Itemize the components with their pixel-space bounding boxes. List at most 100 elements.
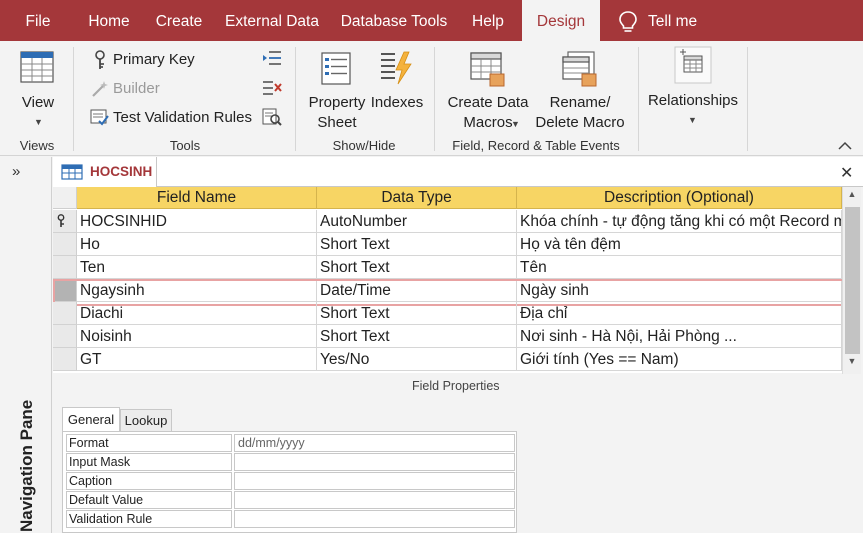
property-value-input[interactable] xyxy=(234,453,515,471)
wand-icon xyxy=(92,81,108,97)
column-header-field-name[interactable]: Field Name xyxy=(77,187,317,209)
property-row: Validation Rule xyxy=(66,510,515,529)
tab-design[interactable]: Design xyxy=(522,0,600,41)
key-icon xyxy=(95,50,105,69)
description-cell[interactable]: Giới tính (Yes == Nam) xyxy=(517,348,842,371)
row-selector[interactable] xyxy=(53,210,77,233)
row-selector[interactable] xyxy=(53,302,77,325)
scroll-down-icon[interactable]: ▼ xyxy=(843,356,861,372)
tab-lookup[interactable]: Lookup xyxy=(120,409,172,431)
group-label-tools: Tools xyxy=(169,138,201,153)
row-selector[interactable] xyxy=(53,233,77,256)
property-name: Validation Rule xyxy=(66,510,232,528)
field-name-cell[interactable]: Noisinh xyxy=(77,325,317,348)
data-type-cell[interactable]: Yes/No xyxy=(317,348,517,371)
property-value-input[interactable] xyxy=(234,491,515,509)
description-cell[interactable]: Địa chỉ xyxy=(517,302,842,325)
description-cell[interactable]: Khóa chính - tự động tăng khi có một Rec… xyxy=(517,210,842,233)
description-cell[interactable]: Tên xyxy=(517,256,842,279)
description-cell[interactable]: Họ và tên đệm xyxy=(517,233,842,256)
chevron-down-icon: ▼ xyxy=(511,119,520,129)
row-selector[interactable] xyxy=(53,279,77,302)
rename-delete-macro-label-line1: Rename/ xyxy=(549,94,611,111)
row-selector-header xyxy=(53,187,77,209)
view-icon xyxy=(20,51,54,83)
lightbulb-icon xyxy=(619,11,637,32)
data-type-cell[interactable]: Short Text xyxy=(317,325,517,348)
tab-help[interactable]: Help xyxy=(462,0,514,41)
scroll-thumb[interactable] xyxy=(845,207,860,354)
data-type-cell[interactable]: AutoNumber xyxy=(317,210,517,233)
table-row[interactable]: GT Yes/No Giới tính (Yes == Nam) xyxy=(53,348,842,371)
indexes-icon xyxy=(381,51,412,85)
table-row[interactable]: Noisinh Short Text Nơi sinh - Hà Nội, Hải … xyxy=(53,325,842,348)
column-header-description[interactable]: Description (Optional) xyxy=(517,187,842,209)
property-name: Input Mask xyxy=(66,453,232,471)
chevron-down-icon: ▼ xyxy=(688,115,697,125)
property-row: Caption xyxy=(66,472,515,491)
create-macros-icon xyxy=(470,52,505,87)
primary-key-icon xyxy=(57,214,65,227)
property-value-input[interactable] xyxy=(234,472,515,490)
scroll-up-icon[interactable]: ▲ xyxy=(843,189,861,205)
table-row[interactable]: Ngaysinh Date/Time Ngày sinh xyxy=(53,279,842,306)
group-divider xyxy=(638,47,639,151)
field-name-cell[interactable]: Ngaysinh xyxy=(77,279,317,302)
row-selector[interactable] xyxy=(53,348,77,371)
rename-macro-icon xyxy=(562,51,597,87)
tab-file[interactable]: File xyxy=(10,0,66,41)
ribbon: View ▼ Views Primary Key Builder Test Va… xyxy=(0,41,863,156)
group-divider xyxy=(295,47,296,151)
field-properties-title: Field Properties xyxy=(412,379,500,393)
property-value-input[interactable] xyxy=(234,510,515,528)
tab-database-tools[interactable]: Database Tools xyxy=(336,0,452,41)
field-name-cell[interactable]: GT xyxy=(77,348,317,371)
relationships-label: Relationships xyxy=(647,92,739,109)
collapse-ribbon-icon[interactable] xyxy=(838,141,852,151)
table-row[interactable]: HOCSINHID AutoNumber Khóa chính - tự động … xyxy=(53,210,842,233)
primary-key-label: Primary Key xyxy=(113,51,195,68)
insert-rows-icon[interactable] xyxy=(262,49,282,67)
document-tab-bar: HOCSINH xyxy=(53,157,863,187)
row-selector[interactable] xyxy=(53,325,77,348)
indexes-label: Indexes xyxy=(370,94,424,111)
description-cell[interactable]: Ngày sinh xyxy=(517,279,842,302)
data-type-cell[interactable]: Short Text xyxy=(317,256,517,279)
view-button-label: View xyxy=(21,94,55,111)
field-name-cell[interactable]: Ten xyxy=(77,256,317,279)
table-row[interactable]: Diachi Short Text Địa chỉ xyxy=(53,302,842,325)
property-row: Input Mask xyxy=(66,453,515,472)
table-row[interactable]: Ho Short Text Họ và tên đệm xyxy=(53,233,842,256)
field-name-cell[interactable]: Ho xyxy=(77,233,317,256)
close-icon[interactable]: ✕ xyxy=(840,163,853,183)
data-type-cell[interactable]: Short Text xyxy=(317,233,517,256)
tab-home[interactable]: Home xyxy=(78,0,140,41)
table-row[interactable]: Ten Short Text Tên xyxy=(53,256,842,279)
tab-create[interactable]: Create xyxy=(148,0,210,41)
navigation-pane-label[interactable]: Navigation Pane xyxy=(17,400,37,532)
group-label-show-hide: Show/Hide xyxy=(332,138,396,153)
column-header-data-type[interactable]: Data Type xyxy=(317,187,517,209)
vertical-scrollbar[interactable]: ▲ ▼ xyxy=(842,187,861,374)
table-design-grid: Field Name Data Type Description (Option… xyxy=(53,187,842,373)
description-cell[interactable]: Nơi sinh - Hà Nội, Hải Phòng ... xyxy=(517,325,842,348)
modify-lookups-icon[interactable] xyxy=(262,107,282,127)
expand-nav-pane-icon[interactable]: » xyxy=(12,163,20,180)
tell-me-search[interactable]: Tell me xyxy=(648,0,710,41)
row-selector[interactable] xyxy=(53,256,77,279)
property-value-input[interactable]: dd/mm/yyyy xyxy=(234,434,515,452)
field-name-cell[interactable]: Diachi xyxy=(77,302,317,325)
field-name-cell[interactable]: HOCSINHID xyxy=(77,210,317,233)
chevron-down-icon: ▼ xyxy=(34,117,43,127)
delete-rows-icon[interactable] xyxy=(262,79,282,97)
property-row: Default Value xyxy=(66,491,515,510)
group-label-views: Views xyxy=(19,138,55,153)
ribbon-tab-bar: File Home Create External Data Database … xyxy=(0,0,863,41)
data-type-cell[interactable]: Date/Time xyxy=(317,279,517,302)
document-tab-hocsinh[interactable]: HOCSINH xyxy=(53,157,157,187)
tab-external-data[interactable]: External Data xyxy=(220,0,324,41)
field-properties-panel: Field Properties General Lookup Format dd… xyxy=(53,374,863,533)
tab-general[interactable]: General xyxy=(62,407,120,432)
data-type-cell[interactable]: Short Text xyxy=(317,302,517,325)
property-sheet-label-line2: Sheet xyxy=(317,114,357,131)
